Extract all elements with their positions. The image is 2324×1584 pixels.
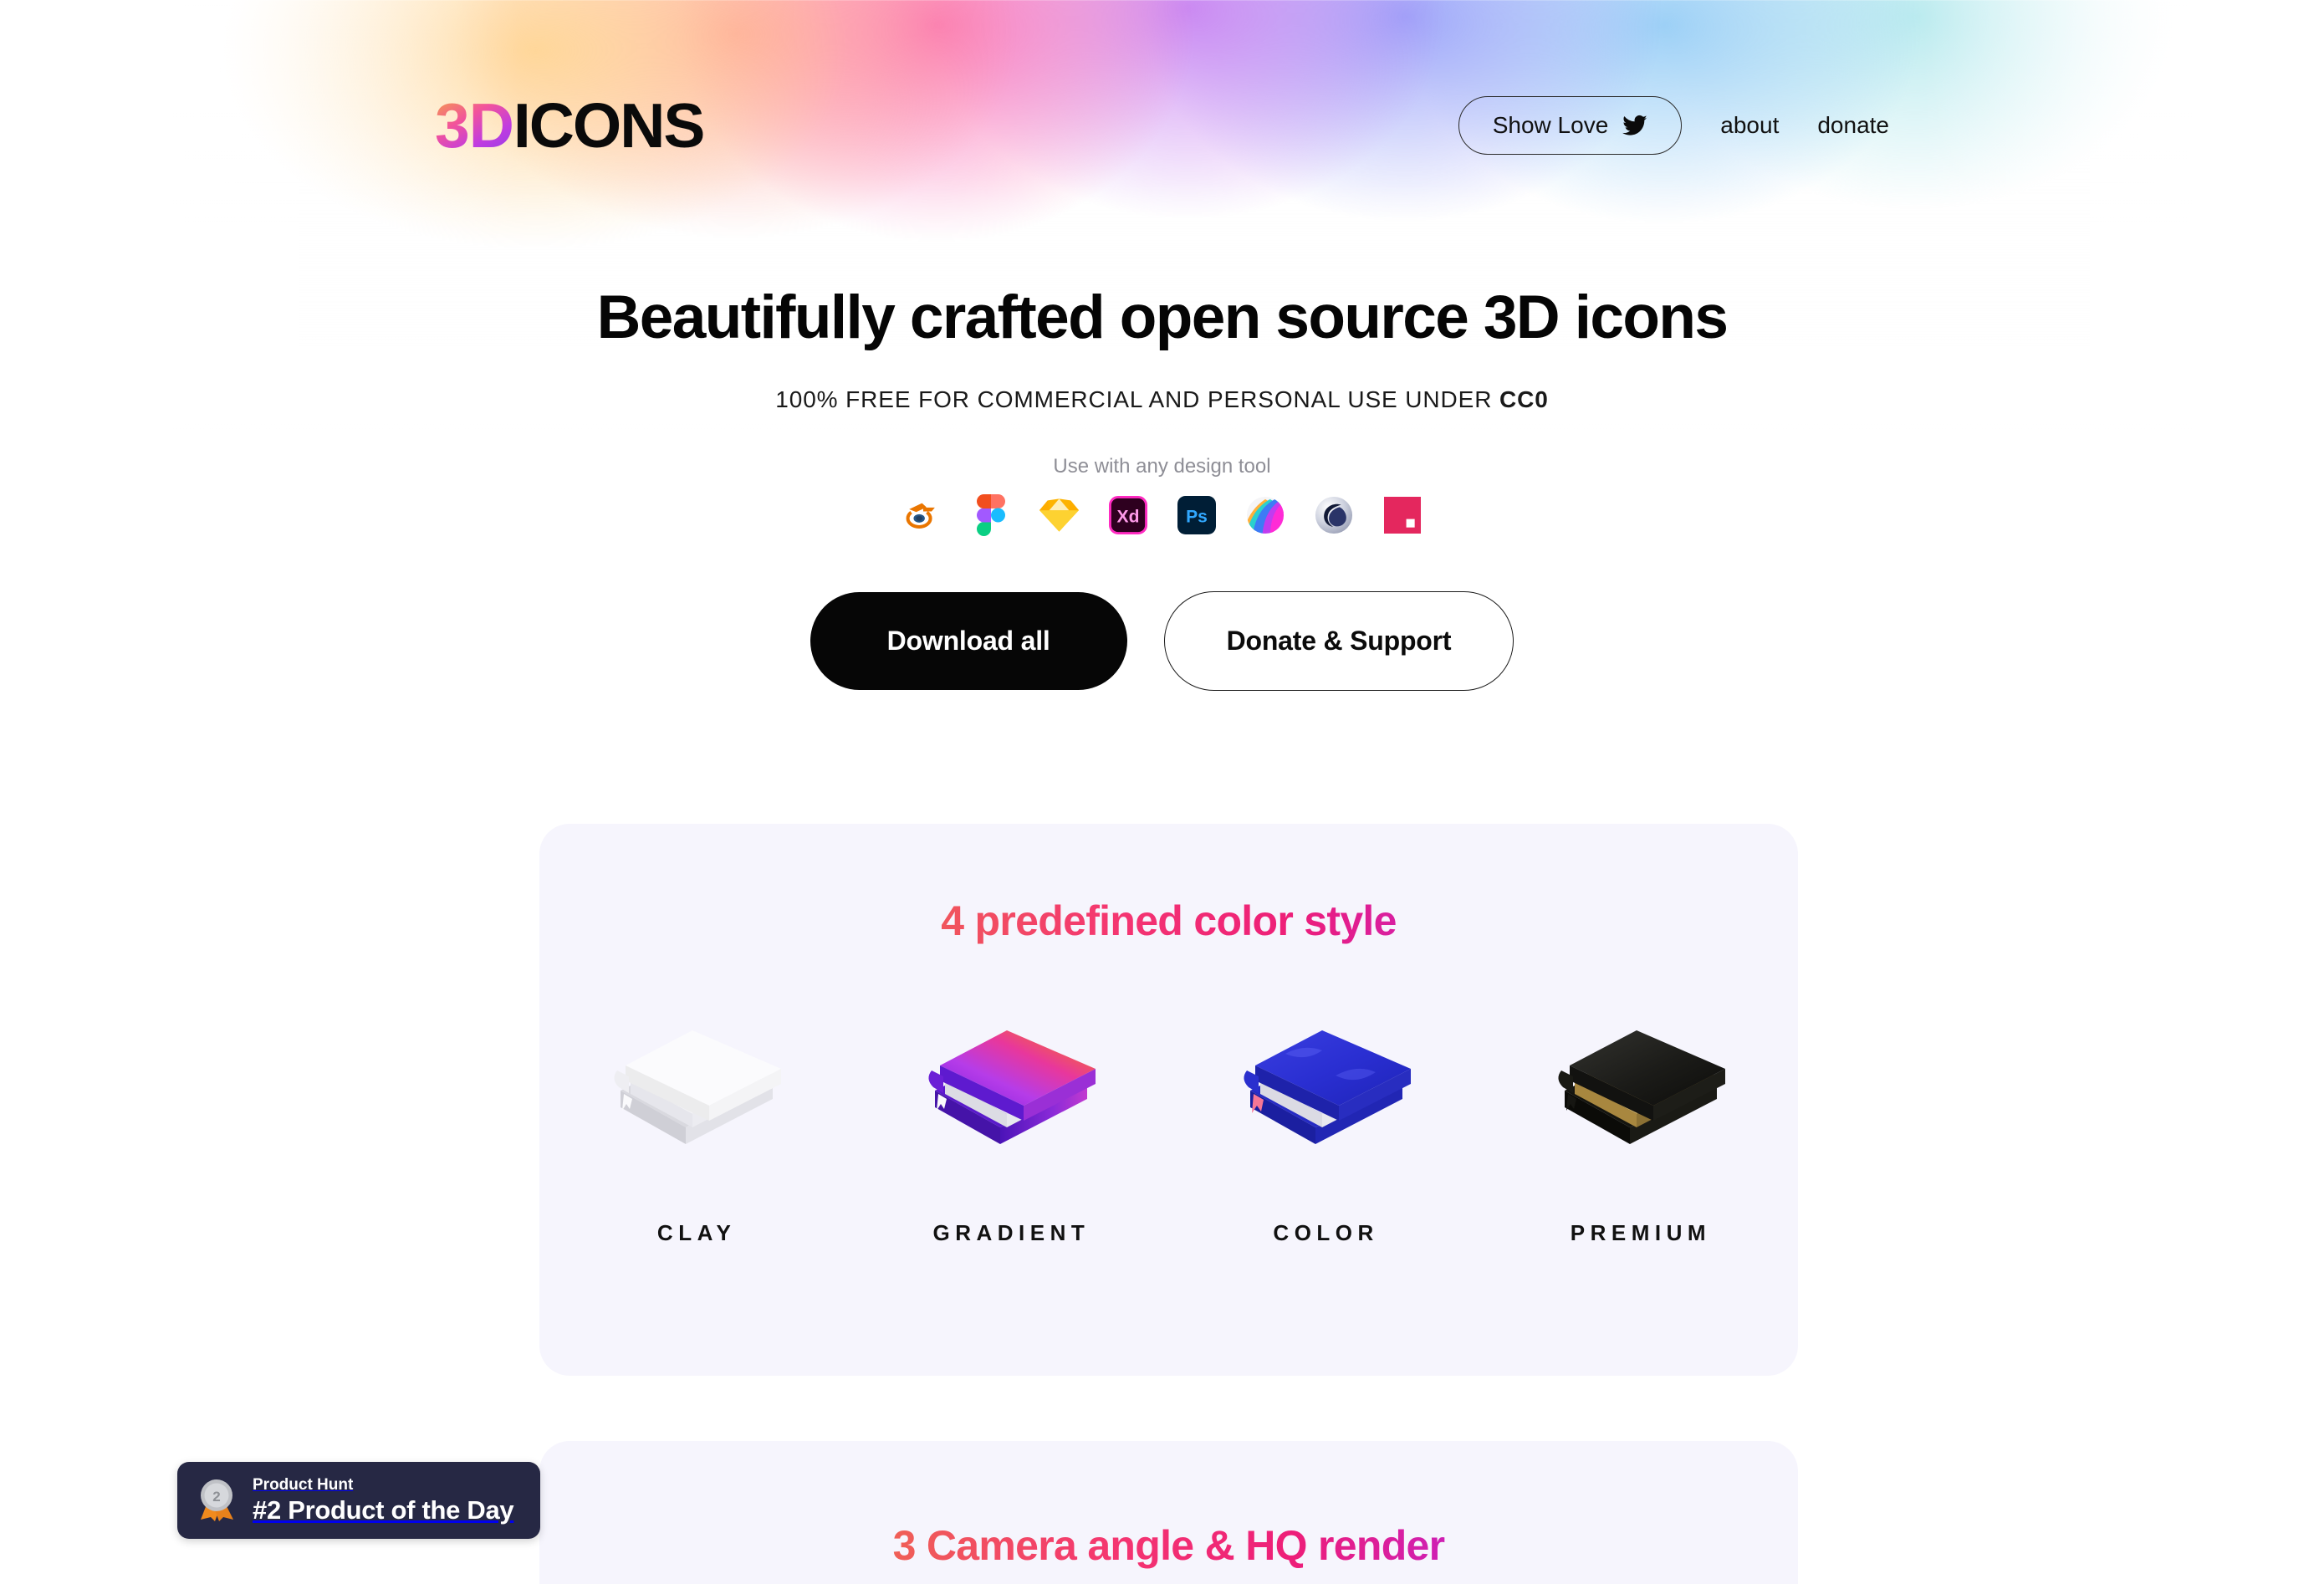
color-style-title: 4 predefined color style bbox=[539, 824, 1798, 945]
design-tool-icon-row: Xd Ps bbox=[0, 493, 2324, 536]
blender-icon[interactable] bbox=[902, 495, 942, 534]
camera-angle-title: 3 Camera angle & HQ render bbox=[539, 1441, 1798, 1570]
download-all-button[interactable]: Download all bbox=[810, 592, 1127, 691]
design-tools-label: Use with any design tool bbox=[1053, 455, 1271, 478]
svg-text:2: 2 bbox=[212, 1489, 220, 1505]
color-style-grid: CLAY GRADIENT COLOR PREMIUM bbox=[539, 1004, 1798, 1246]
style-item-gradient[interactable]: GRADIENT bbox=[854, 1004, 1168, 1246]
donate-support-button[interactable]: Donate & Support bbox=[1163, 591, 1514, 692]
show-love-label: Show Love bbox=[1492, 112, 1609, 138]
logo-icons-text: ICONS bbox=[513, 89, 706, 161]
logo-3d-text: 3D bbox=[435, 89, 514, 161]
hero-license-label: CC0 bbox=[1499, 386, 1549, 413]
product-hunt-source: Product Hunt bbox=[253, 1475, 354, 1494]
page-title: Beautifully crafted open source 3D icons bbox=[596, 284, 1729, 351]
style-item-color[interactable]: COLOR bbox=[1169, 1004, 1484, 1246]
product-hunt-rank: #2 Product of the Day bbox=[253, 1495, 514, 1525]
photoshop-icon[interactable]: Ps bbox=[1177, 495, 1216, 534]
svg-text:Ps: Ps bbox=[1186, 507, 1208, 526]
hero-subtitle: 100% FREE FOR COMMERCIAL AND PERSONAL US… bbox=[0, 386, 2324, 413]
camera-angle-section: 3 Camera angle & HQ render bbox=[539, 1441, 1798, 1584]
hero-subtitle-text: 100% FREE FOR COMMERCIAL AND PERSONAL US… bbox=[775, 386, 1500, 413]
book-icon-gradient bbox=[907, 1004, 1116, 1158]
procreate-icon[interactable] bbox=[1245, 495, 1285, 534]
twitter-icon bbox=[1622, 113, 1647, 138]
site-logo[interactable]: 3D ICONS bbox=[435, 89, 706, 161]
main-navigation: Show Love about donate bbox=[1458, 96, 1889, 155]
figma-icon[interactable] bbox=[971, 493, 1010, 536]
color-style-section: 4 predefined color style CLAY GRADIENT C… bbox=[539, 824, 1798, 1376]
style-item-clay[interactable]: CLAY bbox=[539, 1004, 854, 1246]
site-header: 3D ICONS Show Love about donate bbox=[0, 0, 2324, 251]
style-label-color: COLOR bbox=[1273, 1220, 1379, 1245]
product-hunt-text: Product Hunt #2 Product of the Day bbox=[253, 1475, 514, 1526]
adobe-xd-icon[interactable]: Xd bbox=[1108, 495, 1147, 534]
hero-cta-row: Download all Donate & Support bbox=[0, 591, 2324, 692]
style-label-premium: PREMIUM bbox=[1570, 1220, 1712, 1245]
sketch-icon[interactable] bbox=[1039, 495, 1079, 534]
svg-text:Xd: Xd bbox=[1116, 507, 1139, 526]
cinema4d-icon[interactable] bbox=[1314, 495, 1353, 534]
style-item-premium[interactable]: PREMIUM bbox=[1484, 1004, 1798, 1246]
invision-studio-icon[interactable] bbox=[1382, 495, 1422, 534]
hero-section: Beautifully crafted open source 3D icons… bbox=[0, 284, 2324, 692]
nav-link-donate[interactable]: donate bbox=[1817, 112, 1889, 139]
medal-icon: 2 bbox=[196, 1478, 239, 1523]
page-root: 3D ICONS Show Love about donate Beautiful… bbox=[0, 0, 2324, 1584]
product-hunt-badge[interactable]: 2 Product Hunt #2 Product of the Day bbox=[177, 1462, 540, 1539]
style-label-gradient: GRADIENT bbox=[932, 1220, 1090, 1245]
style-label-clay: CLAY bbox=[656, 1220, 737, 1245]
show-love-button[interactable]: Show Love bbox=[1458, 96, 1683, 155]
book-icon-clay bbox=[592, 1004, 801, 1158]
book-icon-color bbox=[1222, 1004, 1431, 1158]
nav-link-about[interactable]: about bbox=[1720, 112, 1779, 139]
book-icon-premium bbox=[1536, 1004, 1745, 1158]
